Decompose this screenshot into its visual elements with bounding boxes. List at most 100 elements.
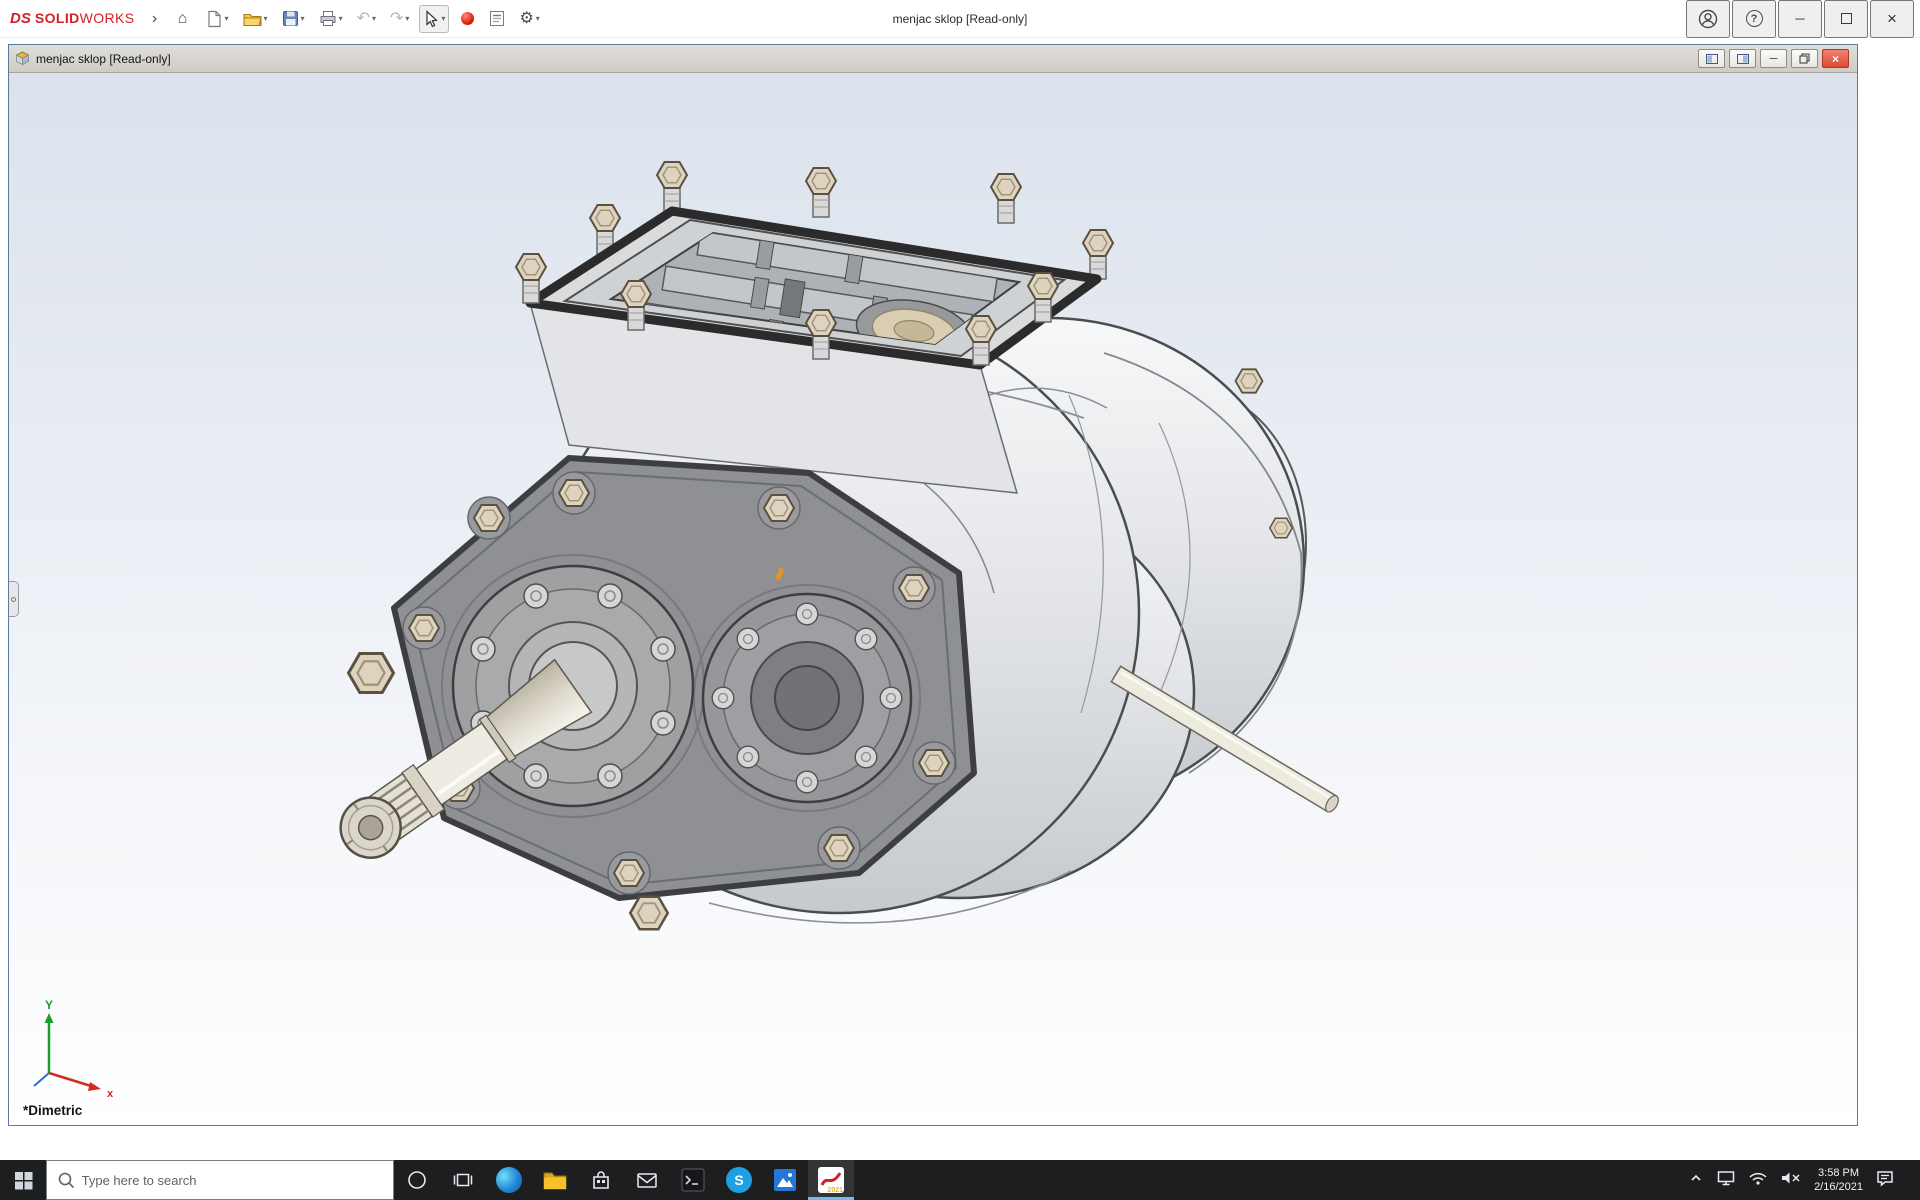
app-window-title: menjac sklop [Read-only] <box>893 12 1028 26</box>
mail-button[interactable] <box>624 1160 670 1200</box>
document-window-controls: ─ × <box>1698 49 1851 68</box>
document-title: menjac sklop [Read-only] <box>36 52 171 66</box>
app-minimize-button[interactable]: ─ <box>1778 0 1822 38</box>
cortana-icon <box>406 1169 428 1191</box>
help-icon: ? <box>1746 10 1763 27</box>
chevron-down-icon: ▾ <box>301 15 305 23</box>
file-explorer-icon <box>543 1170 567 1190</box>
open-folder-icon <box>243 11 262 27</box>
print-button[interactable]: ▾ <box>315 5 347 33</box>
action-center-button[interactable] <box>1875 1169 1895 1192</box>
home-icon: ⌂ <box>178 11 188 27</box>
terminal-icon <box>681 1168 705 1192</box>
network-icon <box>1748 1170 1768 1186</box>
triad-x-label: x <box>107 1088 114 1100</box>
split-pane-icon <box>1737 54 1749 64</box>
solidworks-app-icon: 2021 <box>818 1167 844 1193</box>
new-document-icon <box>205 10 223 28</box>
doc-split-vertical-button[interactable] <box>1729 49 1756 68</box>
app-close-button[interactable]: × <box>1870 0 1914 38</box>
split-pane-icon <box>1706 54 1718 64</box>
skype-letter: S <box>734 1172 743 1188</box>
edge-browser-button[interactable] <box>486 1160 532 1200</box>
user-account-icon <box>1698 9 1718 29</box>
document-titlebar[interactable]: menjac sklop [Read-only] ─ <box>9 45 1857 73</box>
chevron-up-icon <box>1688 1171 1704 1185</box>
terminal-button[interactable] <box>670 1160 716 1200</box>
open-button[interactable]: ▾ <box>239 5 272 33</box>
question-mark-glyph: ? <box>1751 13 1758 25</box>
microsoft-store-button[interactable] <box>578 1160 624 1200</box>
network-tray-button[interactable] <box>1748 1170 1768 1191</box>
undo-button[interactable]: ↶ ▾ <box>353 5 380 33</box>
system-tray: 3:58 PM 2/16/2021 <box>1680 1160 1920 1200</box>
sign-in-button[interactable] <box>1686 0 1730 38</box>
clock-time: 3:58 PM <box>1814 1166 1863 1180</box>
minimize-icon: ─ <box>1795 11 1804 26</box>
help-button[interactable]: ? <box>1732 0 1776 38</box>
menu-expand-button[interactable]: › <box>143 5 167 33</box>
undo-icon: ↶ <box>357 11 370 27</box>
close-icon: × <box>1887 9 1897 29</box>
mail-envelope-icon <box>636 1170 658 1190</box>
doc-minimize-button[interactable]: ─ <box>1760 49 1787 68</box>
store-bag-icon <box>590 1169 612 1191</box>
windows-logo-icon <box>13 1170 34 1191</box>
view-orientation-label: *Dimetric <box>23 1103 83 1118</box>
search-input[interactable] <box>82 1173 383 1188</box>
file-explorer-button[interactable] <box>532 1160 578 1200</box>
minimize-icon: ─ <box>1770 53 1778 65</box>
task-view-icon <box>453 1170 473 1190</box>
doc-close-button[interactable]: × <box>1822 49 1849 68</box>
save-button[interactable]: ▾ <box>278 5 309 33</box>
chevron-down-icon: ▾ <box>441 15 445 23</box>
options-button[interactable]: ⚙ ▾ <box>515 5 543 33</box>
doc-restore-button[interactable] <box>1791 49 1818 68</box>
home-button[interactable]: ⌂ <box>171 5 195 33</box>
doc-split-horizontal-button[interactable] <box>1698 49 1725 68</box>
search-icon <box>57 1171 74 1189</box>
app-titlebar: DS SOLIDWORKS › ⌂ ▾ ▾ <box>0 0 1920 38</box>
display-icon <box>1716 1169 1736 1187</box>
taskbar-search[interactable] <box>46 1160 394 1200</box>
featuremanager-collapsed-tab[interactable] <box>9 581 19 617</box>
windows-taskbar: S 2021 <box>0 1160 1920 1200</box>
photos-app-button[interactable] <box>762 1160 808 1200</box>
part-document-icon <box>15 51 30 66</box>
select-tool-button[interactable]: ▾ <box>419 5 449 33</box>
close-icon: × <box>1832 52 1839 66</box>
redo-button[interactable]: ↷ ▾ <box>386 5 413 33</box>
cortana-button[interactable] <box>394 1160 440 1200</box>
clock-date: 2/16/2021 <box>1814 1180 1863 1194</box>
document-window: menjac sklop [Read-only] ─ <box>8 44 1858 1126</box>
action-center-icon <box>1875 1169 1895 1187</box>
quick-access-toolbar: ⌂ ▾ ▾ ▾ <box>171 5 544 33</box>
print-icon <box>319 10 337 27</box>
tray-overflow-button[interactable] <box>1688 1171 1704 1190</box>
display-tray-button[interactable] <box>1716 1169 1736 1192</box>
splitter-handle-icon <box>11 597 16 602</box>
task-view-button[interactable] <box>440 1160 486 1200</box>
graphics-area: Y x *Dimetric <box>9 73 1857 1125</box>
photos-icon <box>773 1168 797 1192</box>
ds-logo-icon: DS <box>10 10 31 27</box>
triad-y-label: Y <box>45 998 53 1012</box>
red-sphere-icon <box>461 12 474 25</box>
new-document-button[interactable]: ▾ <box>201 5 233 33</box>
3d-viewport[interactable]: Y x *Dimetric <box>9 73 1857 1125</box>
chevron-down-icon: ▾ <box>536 15 540 23</box>
solidworks-taskbar-button[interactable]: 2021 <box>808 1160 854 1200</box>
output-flange <box>703 594 911 802</box>
chevron-down-icon: ▾ <box>372 15 376 23</box>
chevron-right-icon: › <box>152 11 157 27</box>
start-button[interactable] <box>0 1160 46 1200</box>
skype-button[interactable]: S <box>716 1160 762 1200</box>
restore-icon <box>1799 53 1810 64</box>
volume-tray-button[interactable] <box>1780 1170 1802 1191</box>
xpress-products-button[interactable] <box>455 5 479 33</box>
file-properties-button[interactable] <box>485 5 509 33</box>
app-maximize-button[interactable] <box>1824 0 1868 38</box>
redo-icon: ↷ <box>390 11 403 27</box>
taskbar-clock[interactable]: 3:58 PM 2/16/2021 <box>1814 1166 1863 1194</box>
brand-solid-text: SOLID <box>35 10 80 26</box>
